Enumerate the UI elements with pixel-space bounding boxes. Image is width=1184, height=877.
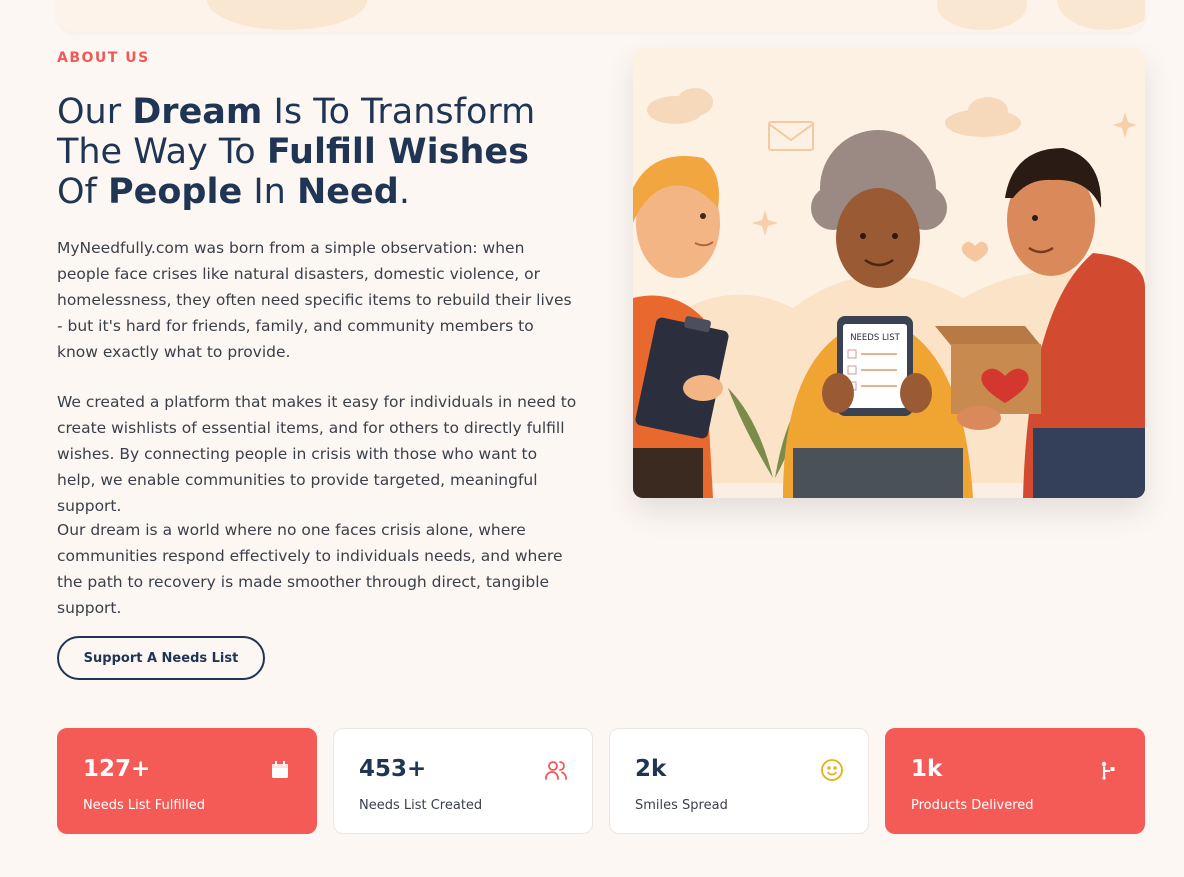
hero-illustration: NEEDS LIST [633, 48, 1145, 498]
stat-label: Needs List Created [359, 798, 483, 813]
stat-card-created: 453+ Needs List Created [333, 728, 593, 834]
headline-emphasis: Dream [132, 92, 263, 132]
headline-emphasis: Need [297, 172, 399, 212]
headline-text: . [398, 172, 410, 212]
stat-label: Needs List Fulfilled [83, 798, 206, 813]
stat-value: 2k [635, 756, 667, 782]
headline-text: In [242, 172, 297, 212]
headline-text: Of [57, 172, 108, 212]
top-banner [57, 0, 1145, 32]
stat-value: 127+ [83, 756, 151, 782]
stat-label: Smiles Spread [635, 798, 728, 813]
headline-text: Is To Transform [262, 92, 536, 132]
users-icon [545, 761, 567, 780]
calendar-icon [272, 761, 288, 778]
stat-value: 1k [911, 756, 943, 782]
about-paragraph-dream: Our dream is a world where no one faces … [57, 521, 563, 617]
support-needs-list-button[interactable]: Support A Needs List [57, 636, 265, 680]
stat-card-fulfilled: 127+ Needs List Fulfilled [57, 728, 317, 834]
headline-text: Our [57, 92, 133, 132]
stat-label: Products Delivered [911, 798, 1034, 813]
stat-card-delivered: 1k Products Delivered [885, 728, 1145, 834]
stat-value: 453+ [359, 756, 427, 782]
headline-text: The Way To [57, 132, 267, 172]
headline-emphasis: Fulfill Wishes [266, 132, 529, 172]
smile-icon [821, 759, 843, 781]
page-title: Our Dream Is To Transform The Way To Ful… [57, 92, 597, 212]
headline-emphasis: People [108, 172, 243, 212]
tablet-label: NEEDS LIST [850, 333, 900, 343]
stat-card-smiles: 2k Smiles Spread [609, 728, 869, 834]
section-eyebrow: ABOUT US [57, 50, 150, 66]
dolly-icon [1101, 761, 1115, 780]
about-paragraph-origin: MyNeedfully.com was born from a simple o… [57, 239, 572, 361]
about-paragraph-platform: We created a platform that makes it easy… [57, 393, 577, 515]
stats-row: 127+ Needs List Fulfilled 453+ Needs Lis… [57, 728, 1145, 834]
